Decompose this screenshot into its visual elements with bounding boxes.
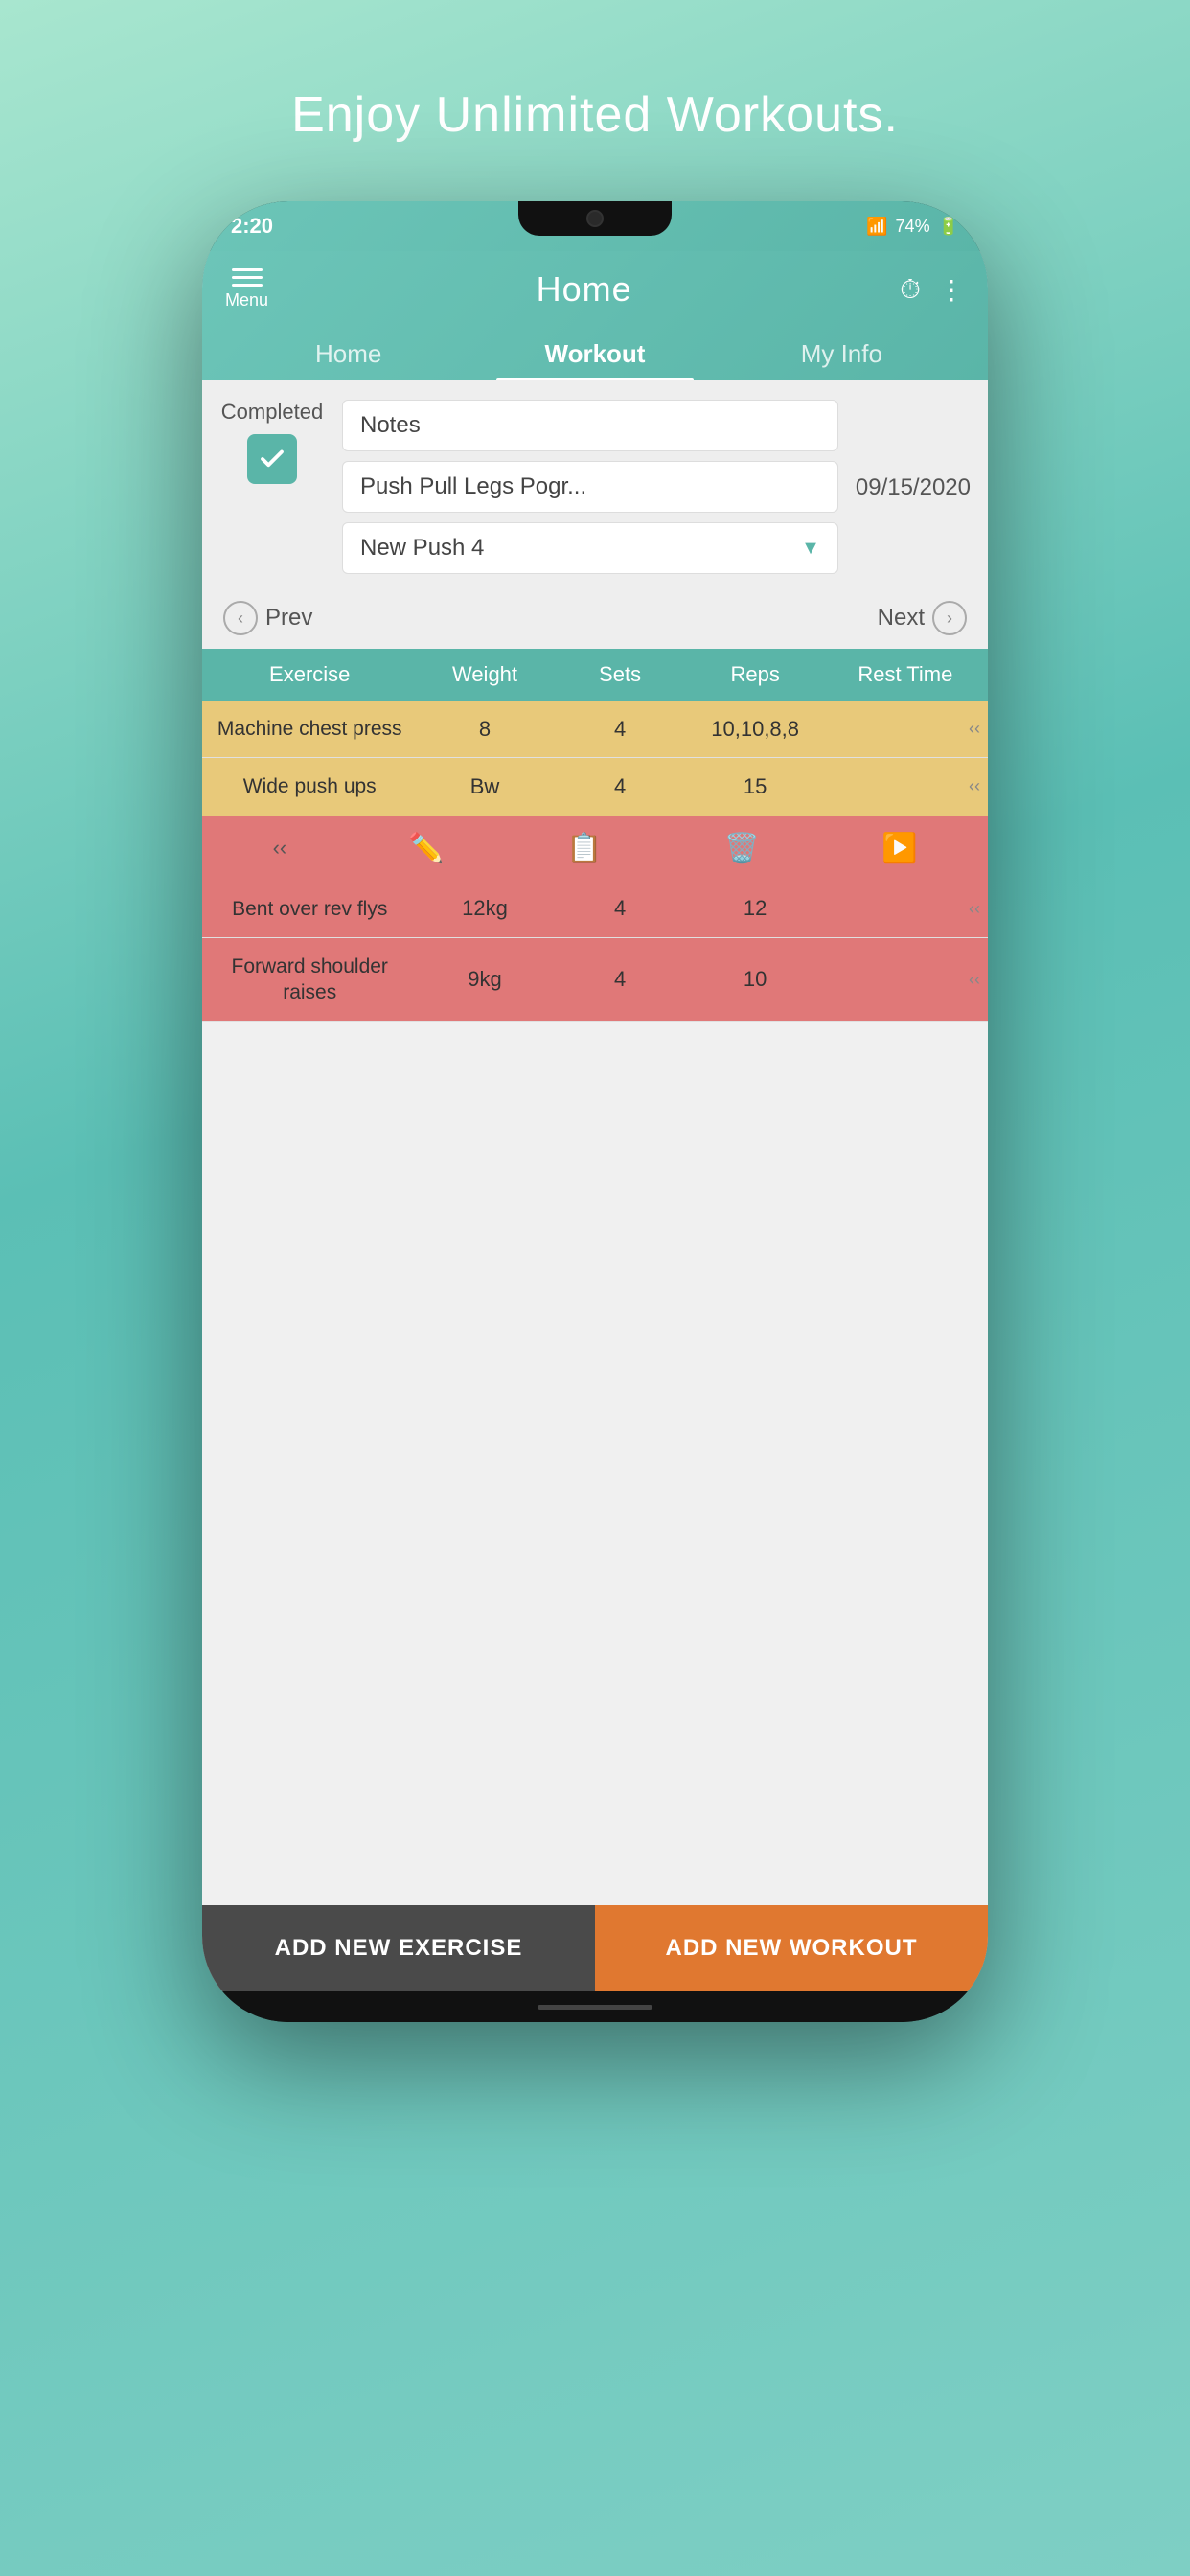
- tab-workout[interactable]: Workout: [471, 326, 718, 380]
- completed-checkbox[interactable]: [247, 434, 297, 484]
- status-time: 2:20: [231, 214, 273, 239]
- next-button[interactable]: Next ›: [878, 601, 967, 635]
- table-row[interactable]: Wide push ups Bw 4 15 ‹‹: [202, 758, 988, 816]
- back-arrows-icon[interactable]: ‹‹: [273, 836, 287, 861]
- prev-button[interactable]: ‹ Prev: [223, 601, 312, 635]
- exercise-weight: 9kg: [417, 952, 552, 1007]
- exercise-sets: 4: [553, 759, 688, 815]
- copy-icon[interactable]: 📋: [566, 832, 602, 865]
- exercise-weight: 8: [417, 702, 552, 757]
- tab-home[interactable]: Home: [225, 326, 471, 380]
- action-row: ‹‹ ✏️ 📋 🗑️ ▶️: [202, 816, 988, 881]
- status-icons: 📶 74% 🔋: [866, 217, 959, 237]
- exercise-rest: ‹‹: [823, 954, 988, 1005]
- table-row[interactable]: Forward shoulder raises 9kg 4 10 ‹‹: [202, 938, 988, 1023]
- table-row[interactable]: Bent over rev flys 12kg 4 12 ‹‹: [202, 881, 988, 938]
- left-arrows-icon: ‹‹: [969, 719, 980, 739]
- table-header: Exercise Weight Sets Reps Rest Time: [202, 649, 988, 701]
- next-label: Next: [878, 605, 925, 632]
- camera: [586, 210, 604, 227]
- bottom-buttons: ADD NEW EXERCISE ADD NEW WORKOUT: [202, 1905, 988, 1991]
- left-arrows-icon: ‹‹: [969, 776, 980, 796]
- phone-bottom-bar: [202, 1991, 988, 2022]
- exercise-name: Wide push ups: [202, 758, 417, 815]
- menu-container[interactable]: Menu: [225, 268, 268, 310]
- exercise-name: Bent over rev flys: [202, 881, 417, 937]
- program-button[interactable]: Push Pull Legs Pogr...: [342, 461, 838, 513]
- tagline: Enjoy Unlimited Workouts.: [291, 86, 899, 144]
- th-exercise: Exercise: [202, 649, 417, 701]
- header-actions: ⏱ ⋮: [900, 274, 965, 306]
- th-weight: Weight: [417, 649, 552, 701]
- status-bar: 2:20 📶 74% 🔋: [202, 201, 988, 251]
- workout-header: Completed Notes Push Pull Legs Pogr...: [219, 400, 971, 574]
- exercise-table-container: Exercise Weight Sets Reps Rest Time Mach…: [202, 649, 988, 1022]
- workout-controls: Notes Push Pull Legs Pogr... New Push 4 …: [342, 400, 838, 574]
- notes-button[interactable]: Notes: [342, 400, 838, 451]
- battery-text: 74%: [896, 217, 930, 237]
- delete-icon[interactable]: 🗑️: [723, 832, 759, 865]
- menu-label: Menu: [225, 290, 268, 310]
- completed-block: Completed: [219, 400, 325, 484]
- th-resttime: Rest Time: [823, 649, 988, 701]
- exercise-name: Machine chest press: [202, 701, 417, 757]
- exercise-weight: 12kg: [417, 881, 552, 936]
- add-exercise-button[interactable]: ADD NEW EXERCISE: [202, 1905, 595, 1991]
- phone-notch: [518, 201, 672, 236]
- exercise-reps: 12: [688, 881, 823, 936]
- exercise-name: Forward shoulder raises: [202, 938, 417, 1022]
- nav-buttons: ‹ Prev Next ›: [202, 587, 988, 649]
- exercise-sets: 4: [553, 881, 688, 936]
- tabs: Home Workout My Info: [225, 326, 965, 380]
- header-top: Menu Home ⏱ ⋮: [225, 268, 965, 310]
- exercise-sets: 4: [553, 952, 688, 1007]
- prev-arrow-icon: ‹: [223, 601, 258, 635]
- exercise-sets: 4: [553, 702, 688, 757]
- exercise-rest: ‹‹: [823, 703, 988, 754]
- add-workout-button[interactable]: ADD NEW WORKOUT: [595, 1905, 988, 1991]
- th-reps: Reps: [688, 649, 823, 701]
- menu-line-1: [232, 268, 263, 271]
- workout-name-button[interactable]: New Push 4 ▼: [342, 522, 838, 574]
- battery-icon: 🔋: [938, 217, 959, 237]
- menu-line-2: [232, 276, 263, 279]
- exercise-rest: ‹‹: [823, 761, 988, 812]
- phone-frame: 2:20 📶 74% 🔋 Menu Home: [202, 201, 988, 2022]
- edit-icon[interactable]: ✏️: [408, 832, 444, 865]
- app-screen: Menu Home ⏱ ⋮ Home Workout My Info Compl…: [202, 251, 988, 1991]
- tab-myinfo[interactable]: My Info: [719, 326, 965, 380]
- next-arrow-icon: ›: [932, 601, 967, 635]
- exercise-reps: 10: [688, 952, 823, 1007]
- exercise-weight: Bw: [417, 759, 552, 815]
- exercise-reps: 15: [688, 759, 823, 815]
- home-indicator: [538, 2005, 652, 2010]
- left-arrows-icon: ‹‹: [969, 899, 980, 919]
- menu-line-3: [232, 284, 263, 287]
- menu-button[interactable]: [232, 268, 263, 287]
- th-sets: Sets: [553, 649, 688, 701]
- exercise-reps: 10,10,8,8: [688, 702, 823, 757]
- left-arrows-icon: ‹‹: [969, 970, 980, 990]
- content-spacer: [202, 1022, 988, 1905]
- app-header: Menu Home ⏱ ⋮ Home Workout My Info: [202, 251, 988, 380]
- dropdown-arrow-icon: ▼: [801, 538, 820, 560]
- workout-date: 09/15/2020: [856, 474, 971, 501]
- signal-icon: 📶: [866, 217, 887, 237]
- play-icon[interactable]: ▶️: [881, 832, 917, 865]
- prev-label: Prev: [265, 605, 312, 632]
- table-row[interactable]: Machine chest press 8 4 10,10,8,8 ‹‹: [202, 701, 988, 758]
- exercise-rest: ‹‹: [823, 884, 988, 934]
- more-icon[interactable]: ⋮: [938, 274, 965, 306]
- completed-label: Completed: [221, 400, 323, 425]
- workout-section: Completed Notes Push Pull Legs Pogr...: [202, 380, 988, 587]
- timer-icon[interactable]: ⏱: [900, 274, 921, 306]
- header-title: Home: [537, 269, 632, 310]
